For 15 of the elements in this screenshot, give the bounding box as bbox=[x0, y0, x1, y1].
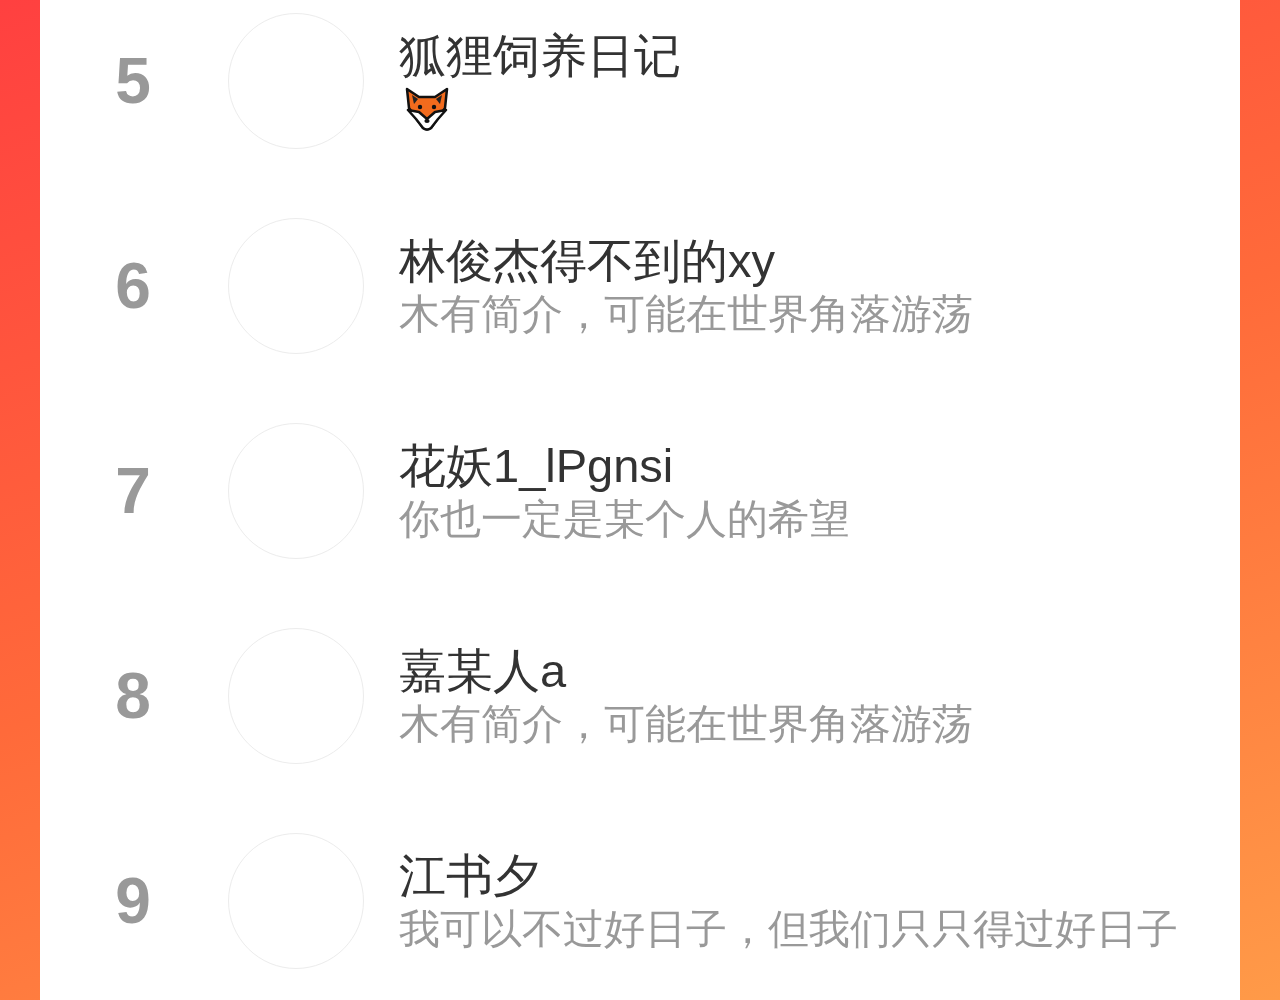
user-bio: 我可以不过好日子，但我们只只得过好日子 bbox=[399, 905, 1178, 954]
rank-number: 5 bbox=[115, 49, 151, 113]
user-bio: 木有简介，可能在世界角落游荡 bbox=[399, 700, 973, 749]
rank-number: 6 bbox=[115, 254, 151, 318]
user-name: 嘉某人a bbox=[399, 643, 568, 699]
user-name: 林俊杰得不到的xy bbox=[399, 233, 776, 289]
user-name: 江书夕 bbox=[399, 848, 541, 904]
user-bio: 木有简介，可能在世界角落游荡 bbox=[399, 290, 973, 339]
rank-number: 7 bbox=[115, 459, 151, 523]
user-name: 狐狸饲养日记 bbox=[399, 28, 681, 84]
rank-number: 8 bbox=[115, 664, 151, 728]
user-bio: 你也一定是某个人的希望 bbox=[399, 495, 850, 544]
user-name: 花妖1_lPgnsi bbox=[399, 438, 675, 494]
fox-face-icon bbox=[404, 86, 450, 132]
rank-number: 9 bbox=[115, 869, 151, 933]
